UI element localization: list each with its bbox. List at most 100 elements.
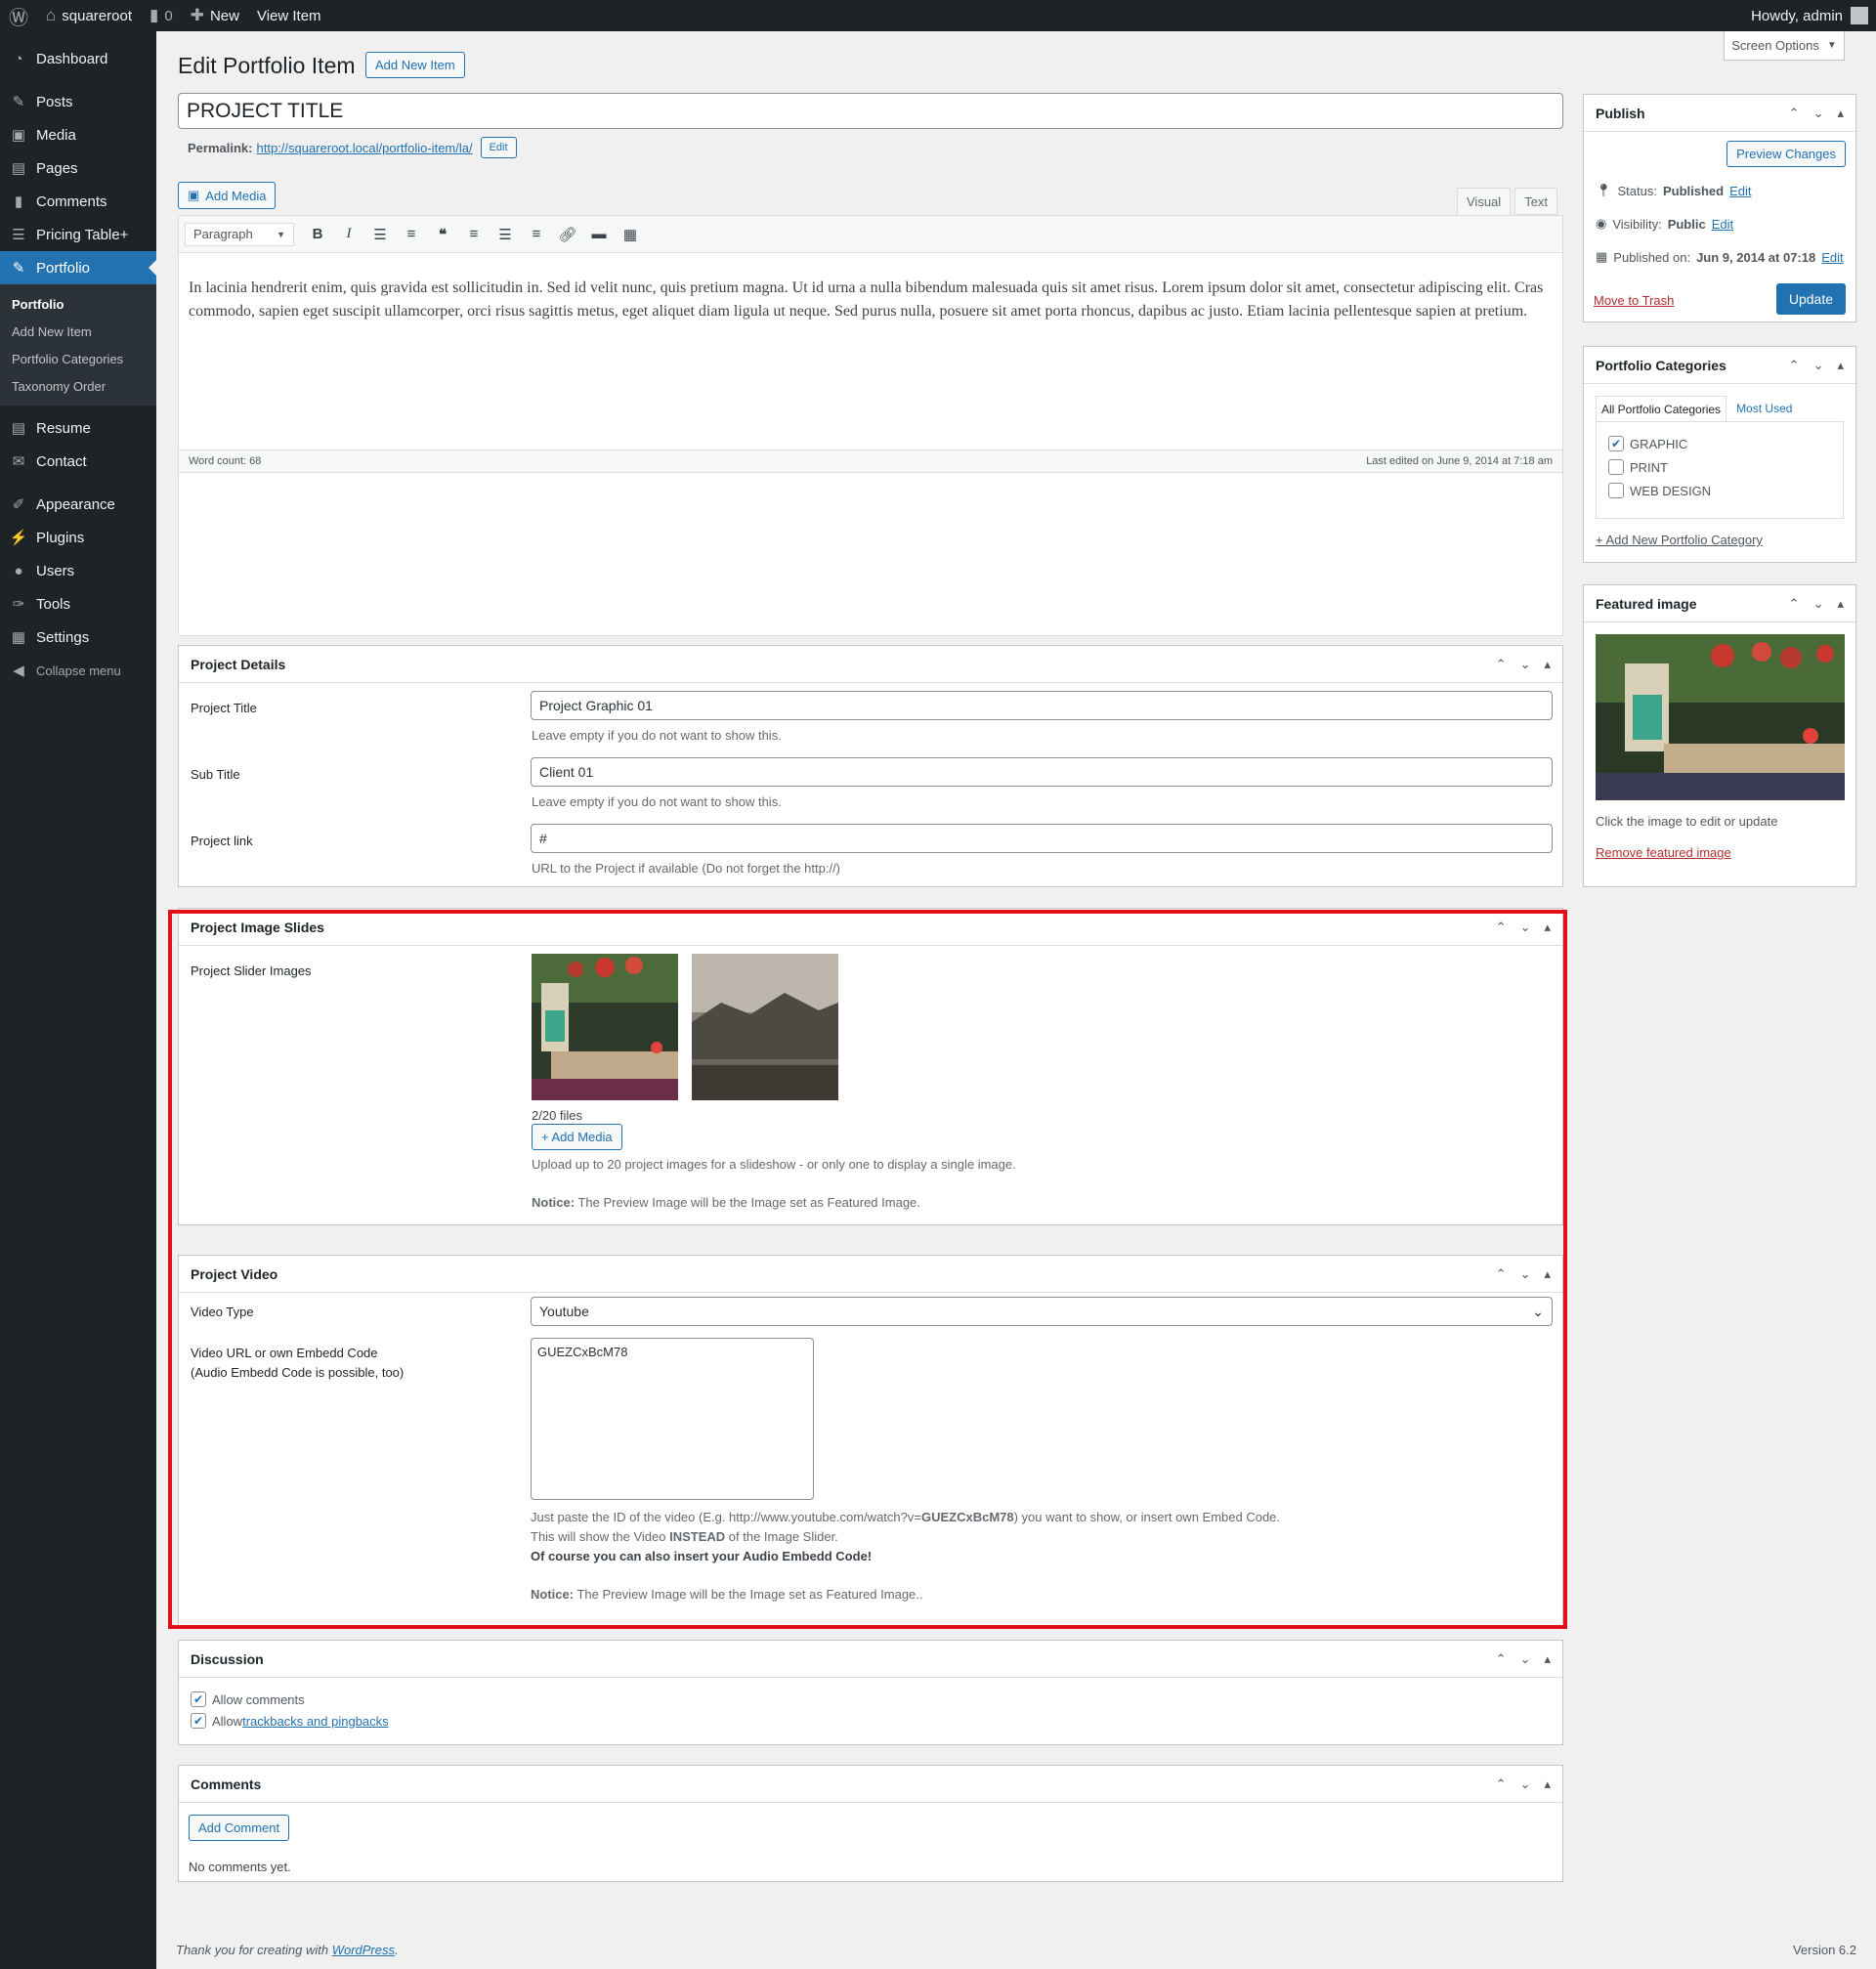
move-down-icon[interactable]: ⌄	[1520, 1266, 1531, 1282]
editor-body[interactable]: In lacinia hendrerit enim, quis gravida …	[179, 253, 1562, 323]
project-title-input[interactable]: Project Graphic 01	[531, 691, 1553, 720]
move-down-icon[interactable]: ⌄	[1520, 1651, 1531, 1667]
italic-icon[interactable]: I	[335, 221, 362, 248]
project-link-input[interactable]: #	[531, 824, 1553, 853]
bold-icon[interactable]: B	[304, 221, 331, 248]
category-checkbox-web-design[interactable]	[1608, 483, 1624, 498]
toggle-panel-icon[interactable]: ▴	[1837, 596, 1844, 612]
move-up-icon[interactable]: ⌃	[1496, 920, 1507, 935]
tab-all-categories[interactable]: All Portfolio Categories	[1596, 396, 1727, 422]
permalink-edit-button[interactable]: Edit	[480, 137, 517, 158]
read-more-icon[interactable]: ▬	[585, 221, 613, 248]
align-right-icon[interactable]: ≡	[523, 221, 550, 248]
screen-options-button[interactable]: Screen Options ▼	[1724, 31, 1845, 61]
toggle-panel-icon[interactable]: ▴	[1544, 1266, 1551, 1282]
sub-title-input[interactable]: Client 01	[531, 757, 1553, 787]
bullet-list-icon[interactable]: ☰	[366, 221, 394, 248]
menu-appearance[interactable]: ✐ Appearance	[0, 488, 156, 521]
add-media-button[interactable]: ▣ Add Media	[178, 182, 277, 209]
status-edit-link[interactable]: Edit	[1729, 184, 1751, 198]
blockquote-icon[interactable]: ❝	[429, 221, 456, 248]
trackbacks-link[interactable]: trackbacks and pingbacks	[242, 1714, 389, 1729]
align-center-icon[interactable]: ☰	[491, 221, 519, 248]
tab-most-used[interactable]: Most Used	[1727, 396, 1802, 422]
menu-dashboard[interactable]: ◔ Dashboard	[0, 42, 156, 75]
comments-link[interactable]: ▮ 0	[141, 0, 182, 31]
preview-changes-button[interactable]: Preview Changes	[1727, 141, 1846, 167]
menu-users[interactable]: ● Users	[0, 554, 156, 587]
category-checkbox-print[interactable]	[1608, 459, 1624, 475]
toggle-panel-icon[interactable]: ▴	[1544, 1776, 1551, 1792]
submenu-portfolio[interactable]: Portfolio	[0, 290, 156, 318]
move-up-icon[interactable]: ⌃	[1789, 358, 1800, 373]
menu-pages[interactable]: ▤ Pages	[0, 151, 156, 185]
featured-image[interactable]	[1596, 634, 1845, 800]
toggle-panel-icon[interactable]: ▴	[1544, 1651, 1551, 1667]
allow-comments-checkbox[interactable]: ✔	[191, 1691, 206, 1707]
slide-image-2[interactable]	[692, 954, 838, 1100]
menu-media[interactable]: ▣ Media	[0, 118, 156, 151]
menu-contact[interactable]: ✉ Contact	[0, 445, 156, 478]
menu-comments[interactable]: ▮ Comments	[0, 185, 156, 218]
toggle-panel-icon[interactable]: ▴	[1837, 358, 1844, 373]
account-menu[interactable]: Howdy, admin	[1742, 0, 1876, 31]
tab-visual[interactable]: Visual	[1457, 188, 1512, 215]
permalink-url[interactable]: http://squareroot.local/portfolio-item/l…	[256, 141, 472, 155]
numbered-list-icon[interactable]: ≡	[398, 221, 425, 248]
menu-portfolio[interactable]: ✎ Portfolio	[0, 251, 156, 284]
update-button[interactable]: Update	[1775, 283, 1846, 315]
toggle-panel-icon[interactable]: ▴	[1544, 657, 1551, 672]
allow-pings-checkbox[interactable]: ✔	[191, 1713, 206, 1729]
menu-plugins[interactable]: ⚡ Plugins	[0, 521, 156, 554]
move-up-icon[interactable]: ⌃	[1496, 1266, 1507, 1282]
published-edit-link[interactable]: Edit	[1821, 250, 1843, 265]
editor-toolbar: Paragraph ▼ B I ☰ ≡ ❝ ≡ ☰ ≡ 🔗︎ ▬ ▦	[179, 216, 1562, 253]
view-item-link[interactable]: View Item	[248, 0, 330, 31]
toolbar-toggle-icon[interactable]: ▦	[617, 221, 644, 248]
slides-add-media-button[interactable]: + Add Media	[532, 1124, 622, 1150]
wordpress-link[interactable]: WordPress	[332, 1943, 395, 1957]
toggle-panel-icon[interactable]: ▴	[1837, 106, 1844, 121]
video-url-textarea[interactable]: GUEZCxBcM78	[531, 1338, 814, 1500]
move-up-icon[interactable]: ⌃	[1496, 1651, 1507, 1667]
move-down-icon[interactable]: ⌄	[1813, 358, 1824, 373]
format-select[interactable]: Paragraph ▼	[185, 222, 294, 246]
add-new-category-link[interactable]: + Add New Portfolio Category	[1596, 533, 1763, 547]
wp-logo-icon[interactable]: Ⓦ	[0, 0, 37, 31]
add-new-item-button[interactable]: Add New Item	[365, 52, 465, 78]
move-up-icon[interactable]: ⌃	[1789, 596, 1800, 612]
category-checkbox-graphic[interactable]: ✔	[1608, 436, 1624, 451]
video-desc-line2: This will show the Video INSTEAD of the …	[531, 1529, 838, 1544]
move-down-icon[interactable]: ⌄	[1813, 596, 1824, 612]
slide-image-1[interactable]	[532, 954, 678, 1100]
tab-text[interactable]: Text	[1514, 188, 1558, 215]
move-up-icon[interactable]: ⌃	[1496, 1776, 1507, 1792]
align-left-icon[interactable]: ≡	[460, 221, 488, 248]
submenu-categories[interactable]: Portfolio Categories	[0, 345, 156, 372]
move-up-icon[interactable]: ⌃	[1789, 106, 1800, 121]
move-down-icon[interactable]: ⌄	[1813, 106, 1824, 121]
post-title-input[interactable]: PROJECT TITLE	[178, 93, 1563, 129]
video-type-select[interactable]: Youtube ⌄	[531, 1297, 1553, 1326]
collapse-menu[interactable]: ◀ Collapse menu	[0, 654, 156, 687]
menu-settings[interactable]: ▦ Settings	[0, 621, 156, 654]
visibility-edit-link[interactable]: Edit	[1712, 217, 1733, 232]
move-to-trash-link[interactable]: Move to Trash	[1594, 293, 1674, 308]
move-down-icon[interactable]: ⌄	[1520, 657, 1531, 672]
menu-tools[interactable]: ✑ Tools	[0, 587, 156, 621]
move-up-icon[interactable]: ⌃	[1496, 657, 1507, 672]
toggle-panel-icon[interactable]: ▴	[1544, 920, 1551, 935]
content-editor[interactable]: Paragraph ▼ B I ☰ ≡ ❝ ≡ ☰ ≡ 🔗︎ ▬ ▦ In lac…	[178, 215, 1563, 636]
submenu-add-new[interactable]: Add New Item	[0, 318, 156, 345]
menu-pricing[interactable]: ☰ Pricing Table+	[0, 218, 156, 251]
link-icon[interactable]: 🔗︎	[554, 221, 581, 248]
remove-featured-image-link[interactable]: Remove featured image	[1596, 845, 1731, 860]
move-down-icon[interactable]: ⌄	[1520, 920, 1531, 935]
site-name-link[interactable]: ⌂ squareroot	[37, 0, 141, 31]
move-down-icon[interactable]: ⌄	[1520, 1776, 1531, 1792]
add-comment-button[interactable]: Add Comment	[189, 1815, 290, 1841]
menu-resume[interactable]: ▤ Resume	[0, 411, 156, 445]
menu-posts[interactable]: ✎ Posts	[0, 85, 156, 118]
new-content-link[interactable]: ✚ New	[182, 0, 248, 31]
submenu-taxonomy[interactable]: Taxonomy Order	[0, 372, 156, 400]
